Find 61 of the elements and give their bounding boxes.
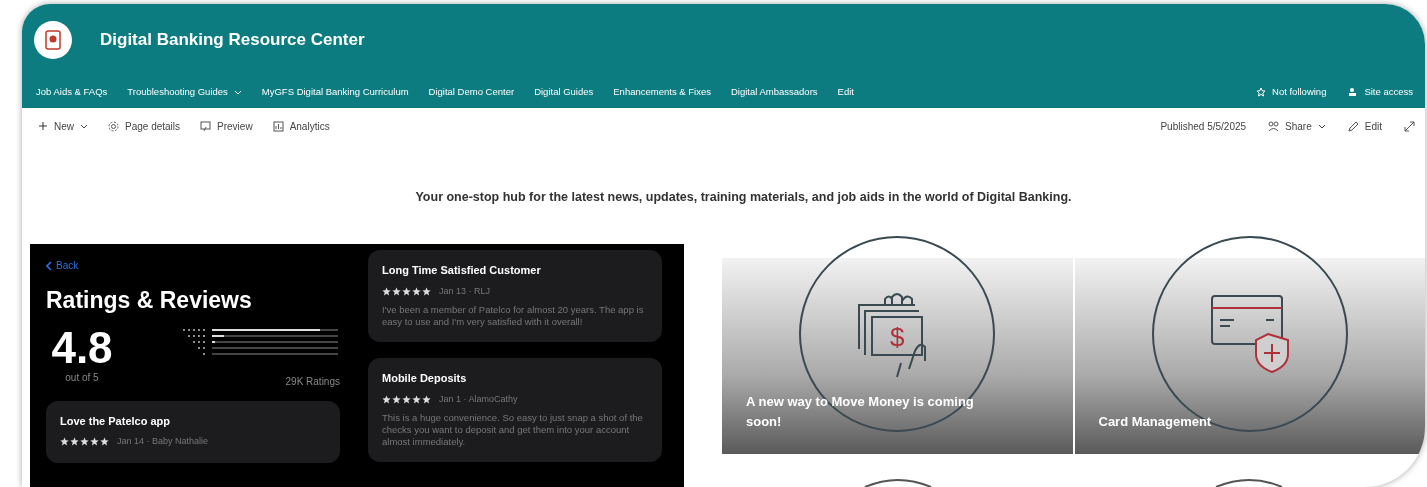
edit-button[interactable]: Edit (1347, 118, 1382, 134)
site-title[interactable]: Digital Banking Resource Center (100, 27, 365, 53)
star-icon (90, 437, 99, 447)
settings-icon (108, 120, 119, 132)
money-hand-icon (858, 293, 927, 378)
chart-icon (272, 120, 284, 132)
ratings-title: Ratings & Reviews (46, 286, 253, 315)
review-title: Love the Patelco app (60, 413, 172, 429)
review-meta: Jan 1 · AlamoCathy (439, 392, 518, 406)
tile-title: Card Management (1098, 413, 1213, 431)
expand-icon[interactable] (1404, 120, 1415, 132)
star-icon (1256, 87, 1267, 97)
star-icon (60, 437, 69, 447)
nav-link[interactable]: MyGFS Digital Banking Curriculum (261, 84, 409, 100)
preview-button[interactable]: Preview (200, 118, 253, 134)
follow-button[interactable]: Not following (1256, 84, 1327, 100)
nav-link[interactable]: Digital Ambassadors (730, 84, 818, 100)
star-icon (100, 437, 109, 447)
tagline-text: Your one-stop hub for the latest news, updates, training materials, and job aids in the world of Digital Banking. (415, 188, 1072, 206)
back-link[interactable]: Back (56, 258, 79, 273)
site-access-button[interactable]: Site access (1348, 84, 1413, 100)
rating-score: 4.8 (51, 325, 113, 370)
star-icon (392, 394, 401, 404)
star-icon (402, 286, 411, 296)
nav-link[interactable]: Job Aids & FAQs (36, 84, 108, 100)
star-icon (80, 437, 89, 447)
star-icon (70, 437, 79, 447)
new-button[interactable]: New (38, 118, 88, 134)
site-logo-icon[interactable] (34, 21, 72, 59)
nav-link[interactable]: Edit (837, 84, 854, 100)
star-icon (402, 394, 411, 404)
nav-link[interactable]: Digital Demo Center (428, 84, 515, 100)
out-of-text: out of 5 (65, 370, 99, 385)
preview-icon (200, 120, 212, 132)
nav-link[interactable]: Digital Guides (534, 84, 594, 100)
review-title: Mobile Deposits (382, 371, 468, 386)
review-meta: Jan 13 · RLJ (439, 284, 491, 298)
ratings-count: 29K Ratings (285, 374, 340, 389)
published-date: Published 5/5/2025 (1160, 119, 1247, 134)
nav-link[interactable]: Enhancements & Fixes (613, 84, 711, 100)
details-button[interactable]: Page details (108, 118, 181, 134)
review-text: This is a huge convenience. So easy to just snap a shot of the checks you want to deposit and get them into your account almost immediately. (382, 412, 644, 448)
star-icon (382, 286, 391, 296)
back-chevron-icon[interactable] (46, 260, 52, 271)
nav-link[interactable]: Troubleshooting Guides (127, 84, 242, 100)
dollar-sign: $ (890, 322, 905, 352)
star-icon (382, 394, 391, 404)
plus-icon (38, 121, 48, 131)
card-shield-icon (1209, 294, 1290, 374)
people-icon (1348, 87, 1359, 97)
review-text: I've been a member of Patelco for almost 20 years. The app is easy to use and I'm very satisfied with it overall! (382, 304, 645, 328)
star-icon (422, 286, 431, 296)
star-icon (412, 286, 421, 296)
star-icon (422, 394, 431, 404)
star-icon (392, 286, 401, 296)
analytics-button[interactable]: Analytics (272, 118, 330, 134)
review-meta: Jan 14 · Baby Nathalie (117, 435, 209, 448)
star-icon (412, 394, 421, 404)
pencil-icon (1347, 120, 1359, 132)
share-button[interactable]: Share (1268, 118, 1326, 134)
review-title: Long Time Satisfied Customer (382, 263, 542, 278)
